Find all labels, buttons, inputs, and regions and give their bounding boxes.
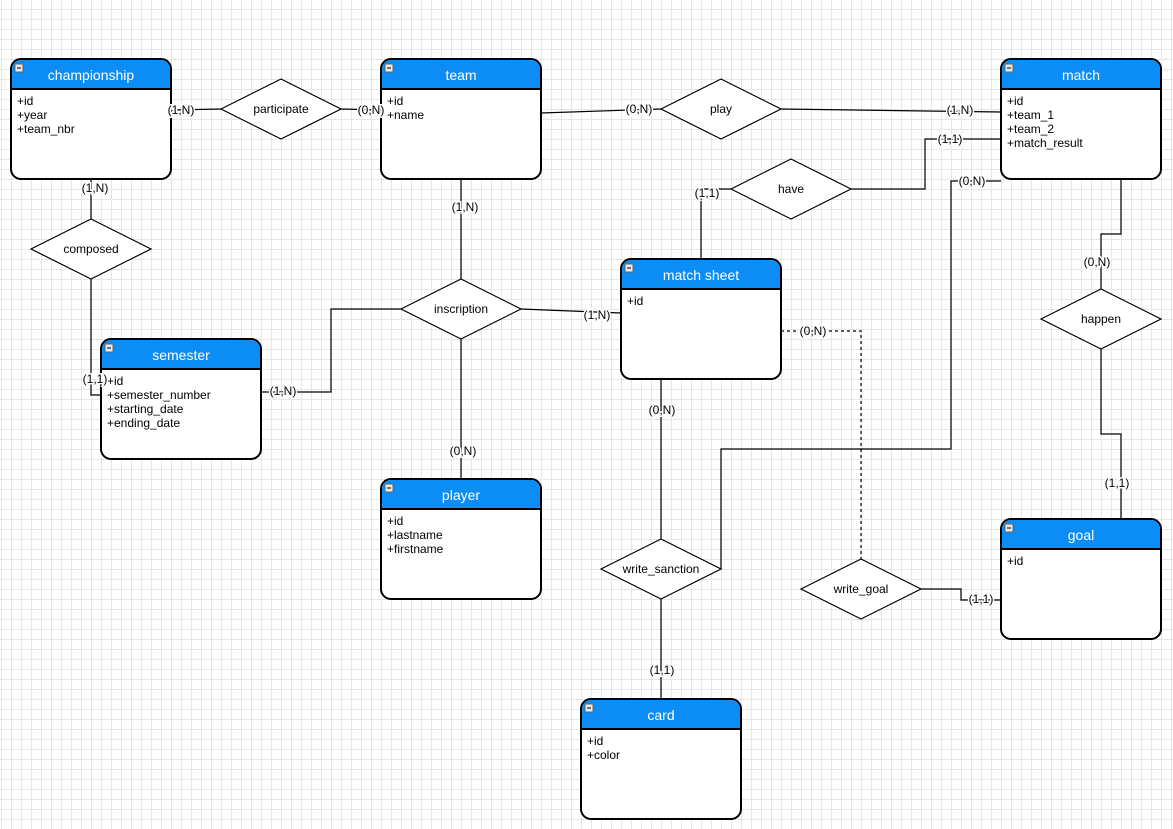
entity-championship[interactable]: championship +id+year+team_nbr [10, 58, 172, 180]
collapse-icon[interactable] [1004, 63, 1014, 73]
entity-attribute: +id [17, 94, 33, 108]
entity-attribute: +id [107, 374, 123, 388]
relationship-label: have [778, 182, 804, 196]
relationship-label: happen [1081, 312, 1121, 326]
relationship-label: composed [63, 242, 118, 256]
relationship-label: write_goal [833, 582, 889, 596]
collapse-icon[interactable] [14, 63, 24, 73]
entity-attribute: +ending_date [107, 416, 180, 430]
cardinality-label: (0,N) [1084, 255, 1111, 269]
cardinality-label: (1,N) [270, 384, 297, 398]
relationship-play[interactable]: play [659, 78, 783, 140]
cardinality-label: (1,N) [584, 308, 611, 322]
entity-card[interactable]: card +id+color [580, 698, 742, 820]
entity-title: player [442, 487, 480, 503]
cardinality-label: (1,1) [1105, 476, 1130, 490]
entity-title: semester [152, 347, 210, 363]
collapse-icon[interactable] [1004, 523, 1014, 533]
cardinality-label: (1,N) [82, 181, 109, 195]
cardinality-label: (0,N) [626, 102, 653, 116]
collapse-icon[interactable] [624, 263, 634, 273]
entity-attribute: +name [387, 108, 424, 122]
entity-title: championship [48, 67, 135, 83]
cardinality-label: (0,N) [649, 403, 676, 417]
entity-attribute: +id [627, 294, 643, 308]
entity-attribute: +starting_date [107, 402, 184, 416]
entity-attribute: +team_2 [1007, 122, 1054, 136]
er-diagram-canvas: participate play have composed inscription ha… [10, 58, 1163, 820]
cardinality-label: (0,N) [959, 174, 986, 188]
entity-title: goal [1068, 527, 1094, 543]
link-semester-inscription[interactable] [261, 308, 401, 393]
cardinality-label: (1,1) [695, 186, 720, 200]
cardinality-label: (1,1) [83, 372, 108, 386]
entity-semester[interactable]: semester +id+semester_number+starting_dat… [100, 338, 262, 460]
entity-attribute: +team_1 [1007, 108, 1054, 122]
relationship-happen[interactable]: happen [1039, 288, 1163, 350]
entity-match[interactable]: match +id+team_1+team_2+match_result [1000, 58, 1162, 180]
link-goal-happen[interactable] [1100, 349, 1122, 519]
cardinality-label: (1,N) [452, 200, 479, 214]
relationship-label: participate [253, 102, 309, 116]
relationship-write-sanction[interactable]: write_sanction [599, 538, 723, 600]
entity-attribute: +id [387, 94, 403, 108]
entity-title: card [647, 707, 674, 723]
entity-attribute: +color [587, 748, 620, 762]
relationship-composed[interactable]: composed [29, 218, 153, 280]
entity-attribute: +semester_number [107, 388, 211, 402]
relationship-label: play [710, 102, 732, 116]
relationship-have[interactable]: have [729, 158, 853, 220]
entity-attribute: +match_result [1007, 136, 1083, 150]
entity-attribute: +id [1007, 94, 1023, 108]
relationship-inscription[interactable]: inscription [399, 278, 523, 340]
entity-attribute: +id [587, 734, 603, 748]
entity-attribute: +id [1007, 554, 1023, 568]
collapse-icon[interactable] [584, 703, 594, 713]
entity-attribute: +firstname [387, 542, 444, 556]
entity-title: match [1062, 67, 1100, 83]
collapse-icon[interactable] [384, 63, 394, 73]
entity-team[interactable]: team +id+name [380, 58, 542, 180]
entity-attribute: +team_nbr [17, 122, 75, 136]
relationship-participate[interactable]: participate [219, 78, 343, 140]
link-match-happen[interactable] [1100, 179, 1122, 289]
cardinality-label: (0,N) [800, 324, 827, 338]
cardinality-label: (0,N) [358, 103, 385, 117]
cardinality-label: (1,1) [650, 663, 675, 677]
entity-player[interactable]: player +id+lastname+firstname [380, 478, 542, 600]
entity-goal[interactable]: goal +id [1000, 518, 1162, 640]
entity-match-sheet[interactable]: match sheet +id [620, 258, 782, 380]
entity-attribute: +lastname [387, 528, 443, 542]
entities-layer: championship+id+year+team_nbrteam+id+nam… [10, 58, 1162, 820]
collapse-icon[interactable] [104, 343, 114, 353]
link-match-sheet-write-goal[interactable] [781, 330, 862, 559]
entity-title: team [445, 67, 476, 83]
entity-title: match sheet [663, 267, 739, 283]
cardinality-label: (1,N) [168, 103, 195, 117]
collapse-icon[interactable] [384, 483, 394, 493]
cardinality-label: (1,N) [947, 103, 974, 117]
relationship-label: write_sanction [622, 562, 700, 576]
relationship-write-goal[interactable]: write_goal [799, 558, 923, 620]
entity-attribute: +id [387, 514, 403, 528]
cardinality-label: (1,1) [938, 132, 963, 146]
cardinality-label: (0,N) [450, 444, 477, 458]
entity-attribute: +year [17, 108, 47, 122]
cardinality-label: (1,1) [969, 592, 994, 606]
relationship-label: inscription [434, 302, 488, 316]
